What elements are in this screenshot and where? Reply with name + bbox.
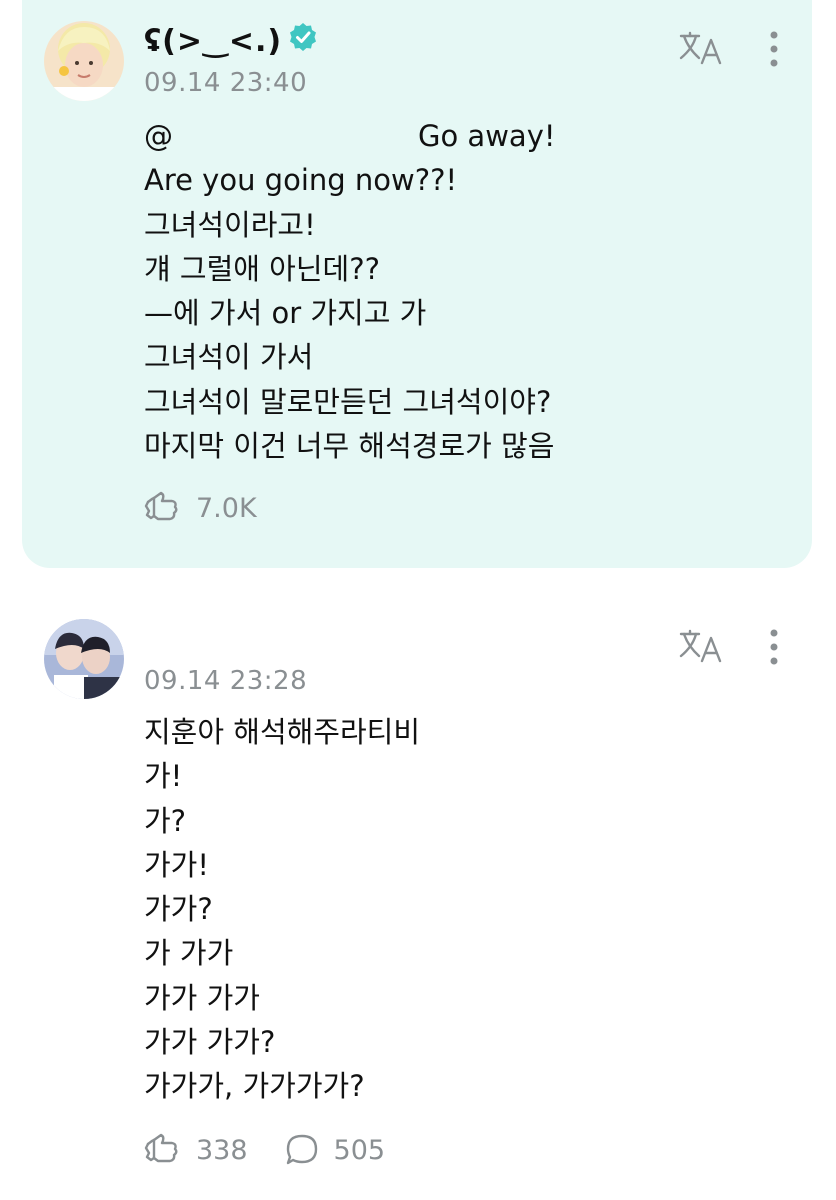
body-line: 가가 가가? (144, 1025, 276, 1060)
body-line: Are you going now??! (144, 163, 458, 198)
post-body: @ Go away! Are you going now??! 그녀석이라고! … (144, 114, 556, 468)
mention-message: Go away! (418, 119, 556, 153)
body-line: 그녀석이라고! (144, 207, 316, 242)
post-timestamp: 09.14 23:40 (144, 68, 308, 98)
like-icon (144, 1133, 178, 1163)
mention-link[interactable]: @ (144, 114, 173, 158)
like-button[interactable]: 338 (144, 1132, 248, 1168)
body-line: 마지막 이건 너무 해석경로가 많음 (144, 429, 555, 464)
body-line: —에 가서 or 가지고 가 (144, 296, 427, 331)
body-line: 가가가, 가가가가? (144, 1069, 365, 1104)
like-icon (144, 491, 178, 521)
like-count: 7.0K (196, 492, 257, 524)
avatar[interactable] (44, 619, 124, 699)
comment-icon (286, 1134, 317, 1165)
translate-icon[interactable] (678, 628, 724, 668)
body-line: 가 가가 (144, 936, 234, 971)
body-line: 지훈아 해석해주라티비 (144, 715, 421, 749)
post-stats: 7.0K (144, 490, 293, 526)
post-author[interactable]: ʢ(>‿<.) (144, 22, 318, 60)
body-line: 그녀석이 말로만듣던 그녀석이야? (144, 384, 552, 419)
body-line: 가가? (144, 892, 213, 927)
body-line: 걔 그럴애 아닌데?? (144, 251, 380, 286)
like-button[interactable]: 7.0K (144, 490, 257, 526)
translate-icon[interactable] (678, 30, 724, 70)
body-line: 가가 가가 (144, 980, 260, 1015)
author-name: ʢ(>‿<.) (144, 23, 283, 59)
body-line: 가가! (144, 847, 209, 882)
body-line: 그녀석이 가서 (144, 340, 314, 375)
verified-badge-icon (288, 22, 318, 60)
body-line: 가? (144, 803, 187, 838)
body-line: 가! (144, 759, 183, 794)
mention-line: @ Go away! (144, 114, 556, 158)
like-count: 338 (196, 1134, 248, 1166)
avatar[interactable] (44, 21, 124, 101)
post-timestamp: 09.14 23:28 (144, 666, 308, 696)
post-body: 지훈아 해석해주라티비 가! 가? 가가! 가가? 가 가가 가가 가가 가가 … (144, 710, 420, 1109)
post-stats: 338 505 (144, 1132, 421, 1168)
more-vertical-icon[interactable] (765, 30, 783, 74)
comment-button[interactable]: 505 (284, 1132, 386, 1168)
comment-count: 505 (333, 1134, 386, 1166)
more-vertical-icon[interactable] (765, 628, 783, 672)
